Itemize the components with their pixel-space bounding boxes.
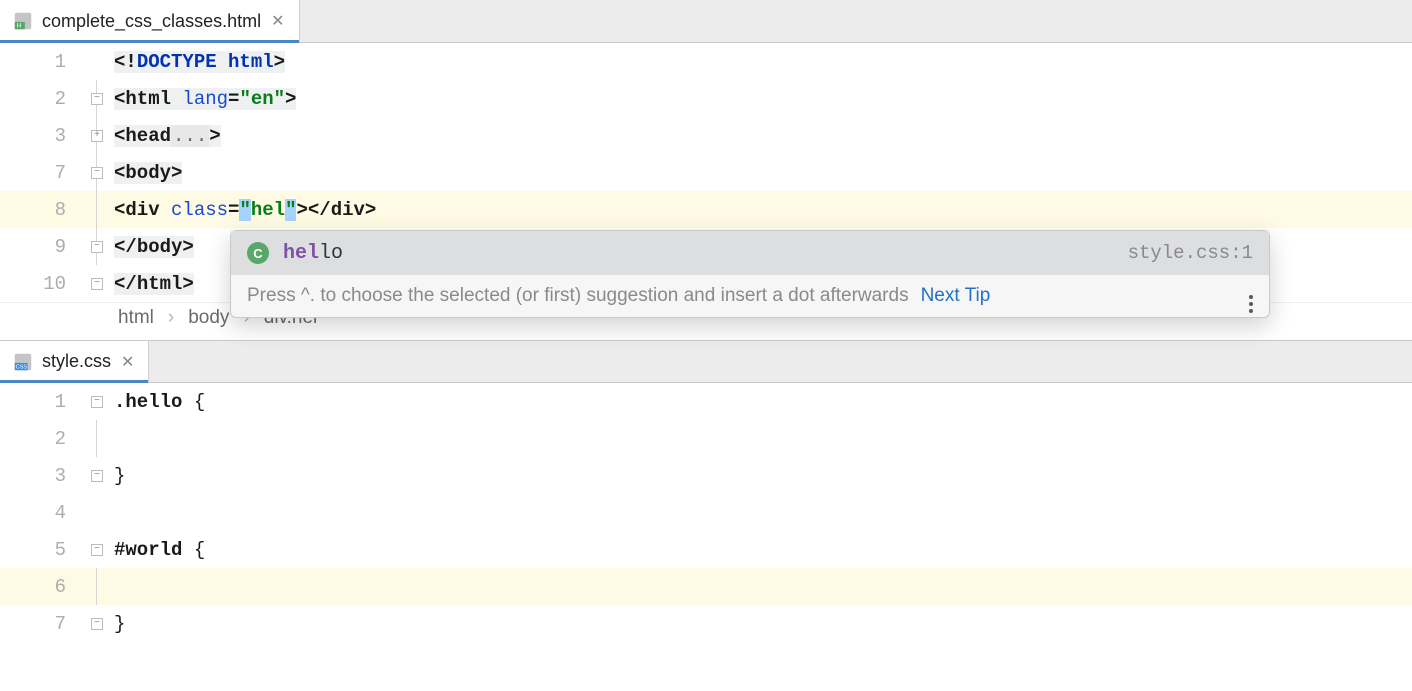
fold-gutter[interactable]: − [88, 265, 106, 302]
fold-gutter[interactable]: − [88, 154, 106, 191]
html-file-icon: H [12, 10, 34, 32]
autocomplete-suggestion: hello [283, 242, 1114, 265]
fold-gutter [88, 43, 106, 80]
svg-text:CSS: CSS [16, 364, 28, 370]
fold-gutter[interactable]: − [88, 605, 106, 642]
fold-gutter [88, 420, 106, 457]
editor-bottom[interactable]: 1 − .hello { 2 3 − } 4 5 − #world { 6 7 … [0, 383, 1412, 691]
code-line[interactable]: </html> [106, 273, 194, 295]
more-menu-icon[interactable] [1249, 279, 1253, 313]
line-number: 9 [0, 236, 88, 258]
line-number: 7 [0, 162, 88, 184]
svg-text:H: H [17, 22, 22, 29]
code-line[interactable]: <body> [106, 162, 182, 184]
line-number: 10 [0, 273, 88, 295]
tab-filename: complete_css_classes.html [42, 11, 261, 32]
close-tab-icon[interactable]: ✕ [269, 11, 286, 31]
autocomplete-hint-bar: Press ^. to choose the selected (or firs… [231, 275, 1269, 317]
hint-text: Press ^. to choose the selected (or firs… [247, 285, 909, 307]
tab-bar-top: H complete_css_classes.html ✕ [0, 0, 1412, 43]
fold-gutter[interactable]: − [88, 80, 106, 117]
tab-filename: style.css [42, 351, 111, 372]
fold-gutter[interactable]: + [88, 117, 106, 154]
fold-gutter [88, 494, 106, 531]
line-number: 1 [0, 51, 88, 73]
line-number: 2 [0, 428, 88, 450]
line-number: 6 [0, 576, 88, 598]
class-badge-icon: C [247, 242, 269, 264]
tab-bar-bottom: CSS style.css ✕ [0, 340, 1412, 383]
chevron-right-icon: › [168, 307, 174, 329]
code-line[interactable]: } [106, 613, 125, 635]
fold-gutter[interactable]: − [88, 383, 106, 420]
breadcrumb-item[interactable]: body [188, 307, 229, 329]
line-number: 3 [0, 465, 88, 487]
breadcrumb-item[interactable]: html [118, 307, 154, 329]
code-line[interactable]: </body> [106, 236, 194, 258]
code-line[interactable]: <!DOCTYPE html> [106, 51, 285, 73]
fold-gutter [88, 568, 106, 605]
fold-gutter[interactable]: − [88, 531, 106, 568]
close-tab-icon[interactable]: ✕ [119, 352, 136, 372]
code-line[interactable]: .hello { [106, 391, 205, 413]
autocomplete-source: style.css:1 [1128, 242, 1253, 264]
code-line[interactable]: } [106, 465, 125, 487]
autocomplete-item[interactable]: C hello style.css:1 [231, 231, 1269, 275]
fold-gutter[interactable]: − [88, 228, 106, 265]
line-number: 2 [0, 88, 88, 110]
fold-gutter [88, 191, 106, 228]
code-line[interactable]: #world { [106, 539, 205, 561]
line-number: 4 [0, 502, 88, 524]
next-tip-link[interactable]: Next Tip [921, 285, 991, 307]
line-number: 7 [0, 613, 88, 635]
line-number: 3 [0, 125, 88, 147]
line-number: 1 [0, 391, 88, 413]
line-number: 5 [0, 539, 88, 561]
line-number: 8 [0, 199, 88, 221]
tab-html-file[interactable]: H complete_css_classes.html ✕ [0, 0, 300, 42]
code-line[interactable]: <head...> [106, 125, 221, 147]
autocomplete-popup: C hello style.css:1 Press ^. to choose t… [230, 230, 1270, 318]
css-file-icon: CSS [12, 351, 34, 373]
code-line[interactable]: <html lang="en"> [106, 88, 296, 110]
tab-css-file[interactable]: CSS style.css ✕ [0, 341, 149, 382]
fold-gutter[interactable]: − [88, 457, 106, 494]
code-line[interactable]: <div class="hel"></div> [106, 199, 376, 221]
